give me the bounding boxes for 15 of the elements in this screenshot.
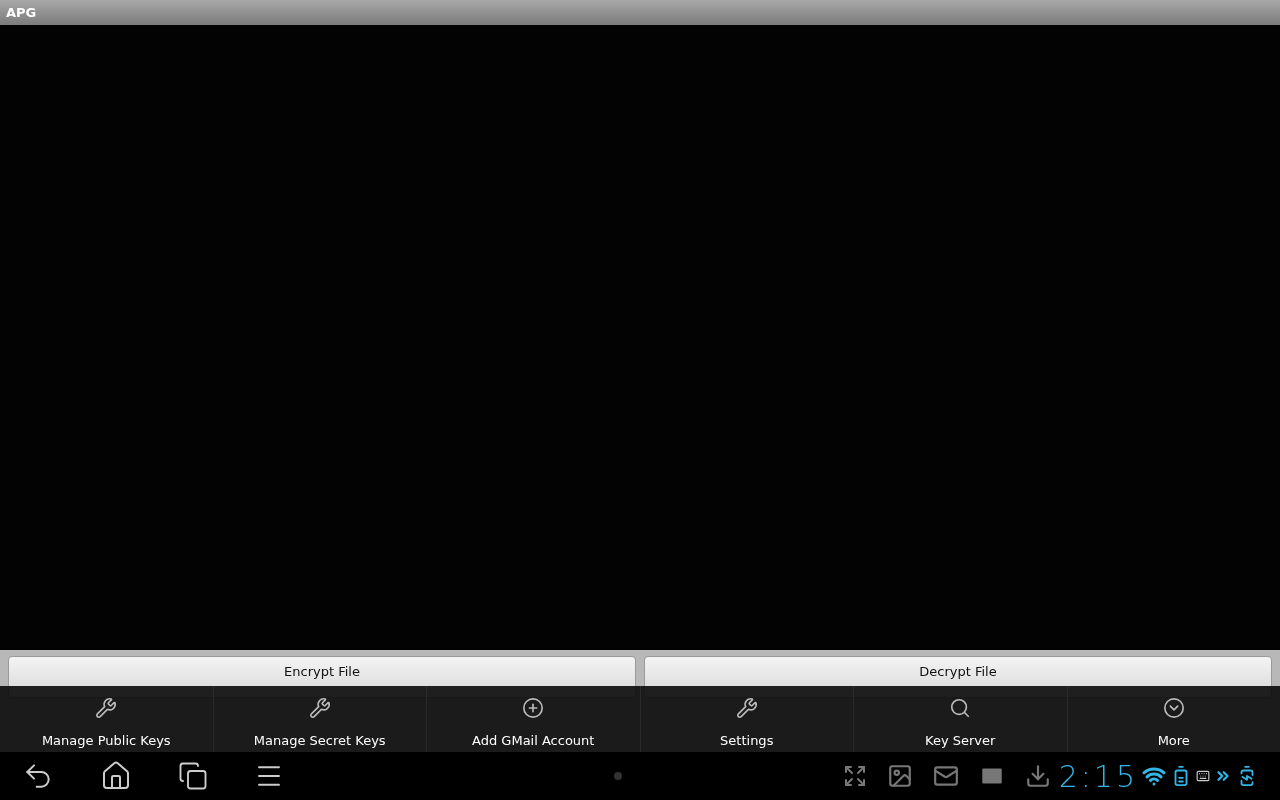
expand-icon[interactable]: [842, 764, 867, 788]
down-circle-icon: [1162, 696, 1185, 719]
recent-apps-icon[interactable]: [178, 761, 208, 791]
wrench-icon: [735, 696, 758, 719]
keyboard-icon: [1196, 769, 1210, 783]
clock[interactable]: 2:15: [1058, 753, 1138, 799]
download-icon[interactable]: [1024, 763, 1051, 789]
app-title: APG: [6, 3, 37, 22]
wrench-icon: [308, 696, 331, 719]
picture-icon[interactable]: [886, 763, 913, 789]
search-icon: [949, 696, 972, 719]
plus-circle-icon: [522, 696, 545, 719]
mail-icon[interactable]: [932, 763, 959, 789]
wrench-icon: [95, 696, 118, 719]
home-icon[interactable]: [100, 760, 132, 792]
